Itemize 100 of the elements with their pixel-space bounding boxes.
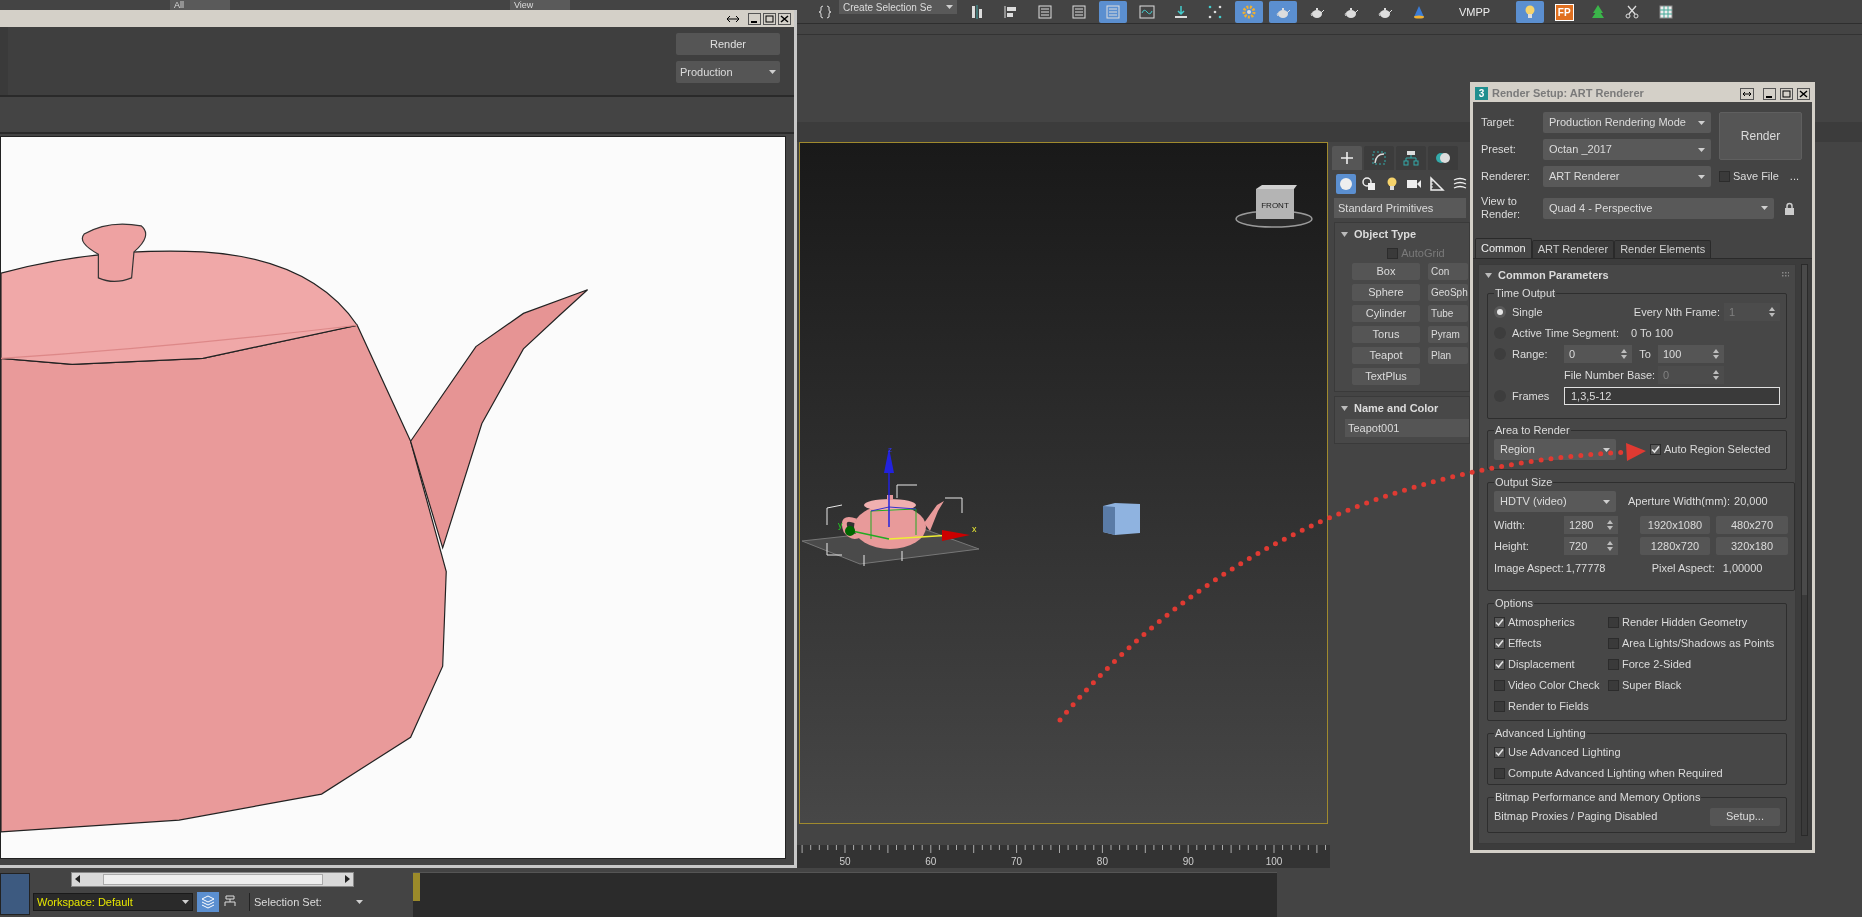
command-panel-tab[interactable]	[1364, 146, 1394, 170]
checkbox[interactable]	[1494, 746, 1505, 758]
primitive-button[interactable]: Box	[1352, 263, 1420, 280]
workspace-dropdown[interactable]: Workspace: Default	[33, 893, 193, 911]
render-button[interactable]: Render	[1719, 112, 1802, 160]
render-button[interactable]: Render	[676, 33, 780, 55]
curve-icon	[1371, 150, 1387, 166]
target-dropdown[interactable]: Production Rendering Mode	[1543, 112, 1711, 133]
primitive-button[interactable]: Pyram	[1428, 326, 1468, 343]
view-to-render-dropdown[interactable]: Quad 4 - Perspective	[1543, 197, 1774, 219]
primitive-button[interactable]: Sphere	[1352, 284, 1420, 301]
minimize-icon[interactable]	[748, 12, 761, 25]
area-dropdown[interactable]: Region	[1494, 439, 1616, 460]
render-target-dropdown[interactable]: Production	[676, 61, 780, 83]
primitive-button[interactable]: Plan	[1428, 347, 1468, 364]
checkbox[interactable]	[1608, 658, 1619, 670]
pixel-aspect-label: Pixel Aspect:	[1651, 561, 1715, 577]
primitive-button[interactable]: Tube	[1428, 305, 1468, 322]
checkbox[interactable]	[1494, 700, 1505, 712]
tab[interactable]: Common	[1475, 238, 1532, 258]
spinner-arrows-icon[interactable]	[1607, 541, 1613, 551]
maximize-icon[interactable]	[763, 12, 776, 25]
command-panel-tab[interactable]	[1396, 146, 1426, 170]
vertical-scrollbar[interactable]	[1801, 264, 1808, 836]
dropdown[interactable]: View	[510, 0, 570, 10]
checkbox[interactable]	[1494, 679, 1505, 691]
spinner-arrows-icon[interactable]	[1621, 349, 1627, 359]
checkbox[interactable]	[1650, 444, 1661, 455]
primitive-button[interactable]: Teapot	[1352, 347, 1420, 364]
left-arrow-icon[interactable]	[74, 875, 82, 883]
preset-dropdown[interactable]: Octan _2017	[1543, 139, 1711, 160]
selection-set-dropdown[interactable]: Selection Set:	[249, 893, 367, 911]
collapse-triangle-icon[interactable]	[1341, 231, 1348, 237]
range-start-field[interactable]: 0	[1564, 345, 1632, 363]
layers-button[interactable]	[197, 892, 219, 912]
checkbox[interactable]	[1608, 679, 1619, 691]
dropdown[interactable]: All	[170, 0, 230, 10]
collapse-triangle-icon[interactable]	[1485, 272, 1492, 278]
pixel-aspect-value: 1,00000	[1722, 561, 1763, 577]
minimize-icon[interactable]	[1763, 87, 1776, 100]
view-cube-drawing[interactable]: FRONT	[1235, 185, 1313, 229]
range-end-field[interactable]: 100	[1658, 345, 1724, 363]
command-panel-tab[interactable]	[1332, 146, 1362, 170]
height-field[interactable]: 720	[1564, 537, 1618, 555]
timeline-ruler[interactable]: 50 60 70 80 90 100	[797, 845, 1330, 868]
renderer-dropdown[interactable]: ART Renderer	[1543, 166, 1711, 187]
checkbox[interactable]	[1494, 616, 1505, 628]
scrollbar-thumb[interactable]	[102, 873, 323, 885]
object-name-field[interactable]: Teapot001	[1345, 419, 1469, 437]
category-button[interactable]	[1427, 174, 1448, 194]
output-preset-dropdown[interactable]: HDTV (video)	[1494, 491, 1616, 512]
resolution-preset-button[interactable]: 480x270	[1716, 516, 1788, 534]
resolution-preset-button[interactable]: 1280x720	[1640, 537, 1710, 555]
selection-set-dropdown[interactable]: Create Selection Se	[839, 0, 957, 14]
spinner-arrows-icon[interactable]	[1713, 349, 1719, 359]
command-panel-tab[interactable]	[1428, 146, 1458, 170]
wave-icon	[1139, 4, 1155, 20]
close-icon[interactable]	[778, 12, 791, 25]
primitive-button[interactable]: Con	[1428, 263, 1468, 280]
option-label: Use Advanced Lighting	[1508, 744, 1621, 760]
toolbar-button[interactable]: FP	[1550, 1, 1579, 23]
maximize-icon[interactable]	[1780, 87, 1793, 100]
braces-icon[interactable]	[817, 4, 833, 20]
viewport[interactable]: z y x FRONT	[799, 142, 1328, 824]
resolution-preset-button[interactable]: 320x180	[1716, 537, 1788, 555]
rollout-title: Name and Color	[1354, 400, 1439, 416]
primitive-button[interactable]: TextPlus	[1352, 368, 1420, 385]
teapot-with-gizmo-drawing[interactable]: z y x	[802, 443, 980, 568]
tab[interactable]: ART Renderer	[1531, 240, 1615, 258]
resolution-preset-button[interactable]: 1920x1080	[1640, 516, 1710, 534]
browse-button[interactable]: ...	[1789, 168, 1800, 185]
track-bar[interactable]	[413, 872, 1277, 917]
frames-input-field[interactable]: 1,3,5-12	[1564, 387, 1780, 405]
lock-icon[interactable]	[1784, 201, 1795, 215]
checkbox[interactable]	[1719, 171, 1730, 182]
checkbox[interactable]	[1494, 637, 1505, 649]
spinner-arrows-icon[interactable]	[1607, 520, 1613, 530]
tab[interactable]: Render Elements	[1614, 240, 1712, 258]
toolbar-button[interactable]	[1516, 1, 1545, 23]
setup-button[interactable]: Setup...	[1710, 807, 1780, 826]
box-object-drawing[interactable]	[1103, 503, 1141, 536]
width-field[interactable]: 1280	[1564, 516, 1618, 534]
close-icon[interactable]	[1797, 87, 1810, 100]
checkbox[interactable]	[1608, 616, 1619, 628]
checkbox[interactable]	[1494, 658, 1505, 670]
hierarchy-icon[interactable]	[223, 895, 237, 909]
right-arrow-icon[interactable]	[343, 875, 351, 883]
primitive-button[interactable]: GeoSph	[1428, 284, 1468, 301]
scrollbar-thumb[interactable]	[1802, 265, 1807, 595]
checkbox[interactable]	[1494, 767, 1505, 779]
time-marker[interactable]	[413, 873, 420, 901]
primitive-button[interactable]: Torus	[1352, 326, 1420, 343]
horizontal-scrollbar[interactable]	[71, 871, 354, 887]
grip-icon[interactable]	[1782, 271, 1789, 279]
category-dropdown[interactable]: Standard Primitives	[1334, 198, 1466, 218]
collapse-triangle-icon[interactable]	[1341, 405, 1348, 411]
radio-button[interactable]	[1494, 306, 1506, 318]
primitive-button[interactable]: Cylinder	[1352, 305, 1420, 322]
caret-icon	[1698, 120, 1705, 125]
checkbox[interactable]	[1608, 637, 1619, 649]
